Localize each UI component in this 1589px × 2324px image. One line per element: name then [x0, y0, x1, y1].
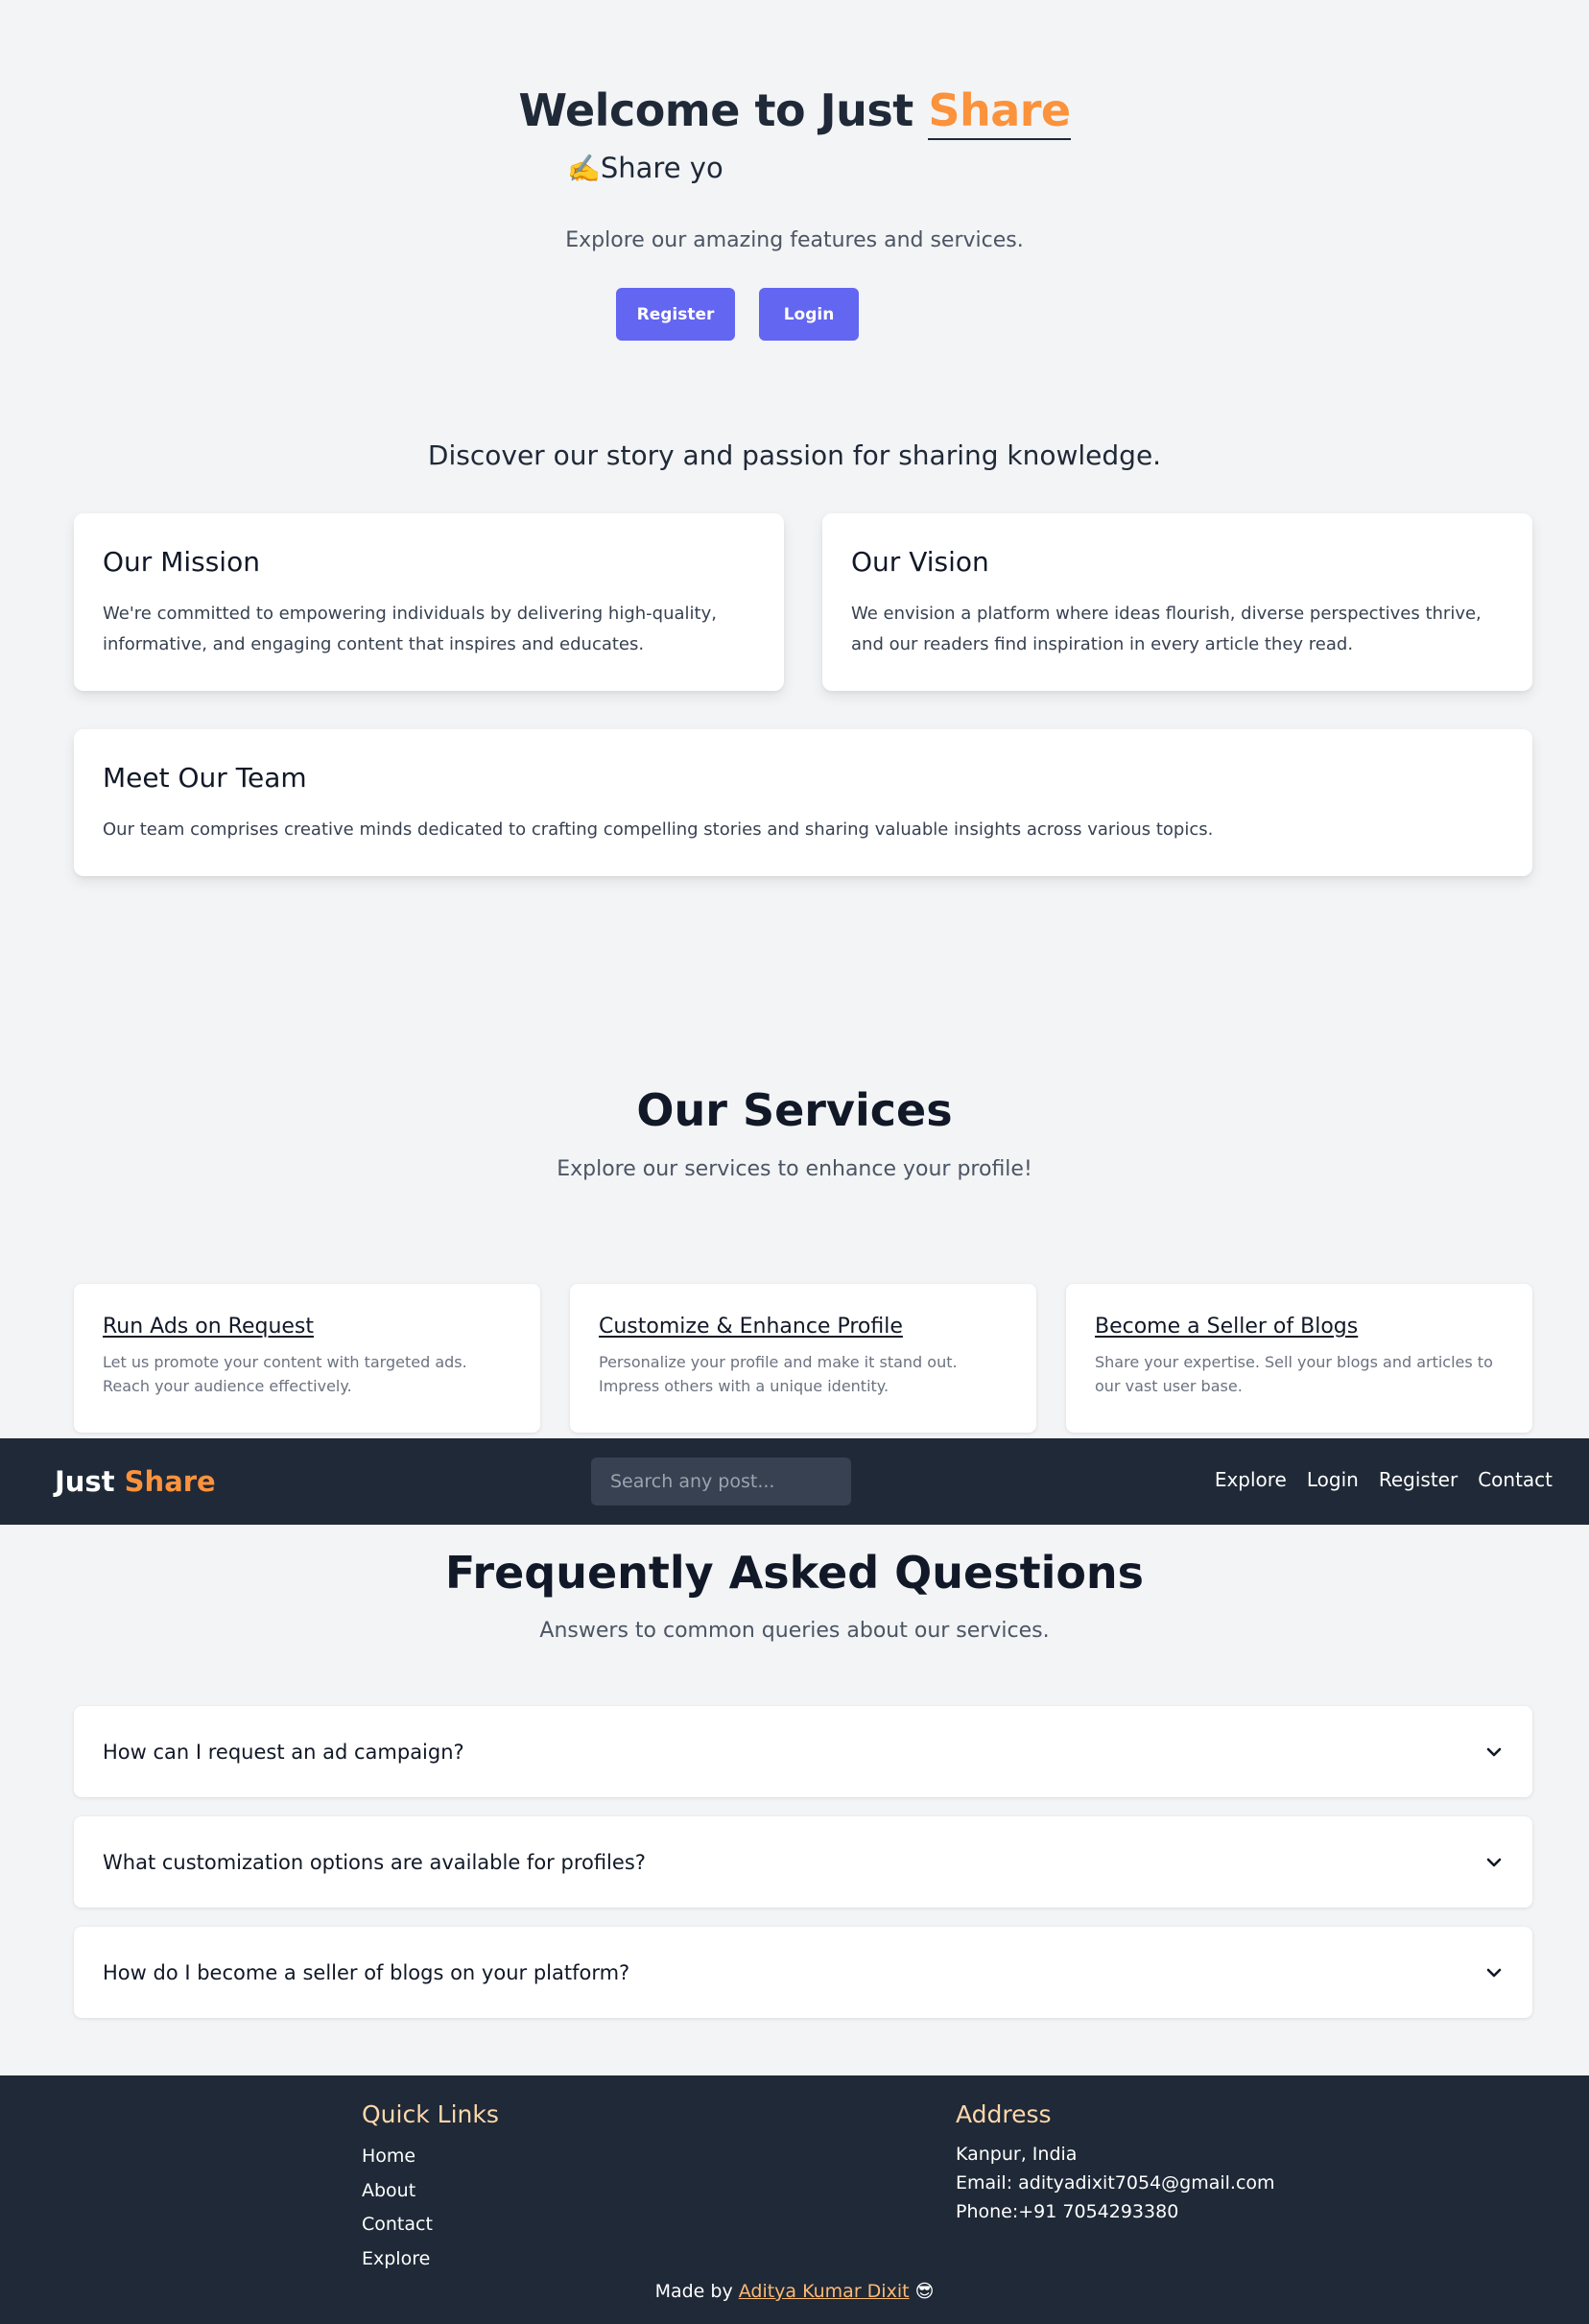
writing-hand-icon: ✍️ [567, 153, 601, 184]
faq-question: What customization options are available… [103, 1850, 646, 1874]
footer-link-explore[interactable]: Explore [362, 2242, 499, 2277]
footer-link-contact[interactable]: Contact [362, 2208, 499, 2242]
card-title: Our Mission [103, 546, 260, 578]
service-title-link[interactable]: Become a Seller of Blogs [1095, 1315, 1504, 1339]
services-subtitle: Explore our services to enhance your pro… [557, 1157, 1032, 1181]
nav-link-login[interactable]: Login [1307, 1468, 1359, 1491]
nav-link-contact[interactable]: Contact [1478, 1468, 1553, 1491]
hero-title-brand: Share [928, 84, 1071, 140]
logo-brand: Share [124, 1465, 216, 1498]
address-heading: Address [956, 2100, 1052, 2128]
service-description: Let us promote your content with targete… [103, 1353, 467, 1395]
service-card: Run Ads on Request Let us promote your c… [74, 1284, 540, 1433]
search-input[interactable] [591, 1458, 851, 1506]
quick-links-heading: Quick Links [362, 2100, 499, 2128]
service-card: Customize & Enhance Profile Personalize … [570, 1284, 1036, 1433]
navbar: Just Share Explore Login Register Contac… [0, 1438, 1589, 1525]
address-phone: Phone:+91 7054293380 [956, 2201, 1179, 2222]
service-card: Become a Seller of Blogs Share your expe… [1066, 1284, 1532, 1433]
team-card: Meet Our Team Our team comprises creativ… [74, 729, 1532, 876]
made-by: Made by Aditya Kumar Dixit 😎 [0, 2281, 1589, 2302]
sunglasses-emoji-icon: 😎 [914, 2281, 935, 2302]
footer-address: Address Kanpur, India Email: adityadixit… [956, 2100, 1275, 2226]
service-title-link[interactable]: Run Ads on Request [103, 1315, 511, 1339]
card-text: We're committed to empowering individual… [103, 604, 717, 654]
chevron-down-icon[interactable] [1484, 1743, 1504, 1762]
address-city: Kanpur, India [956, 2144, 1078, 2165]
card-text: Our team comprises creative minds dedica… [103, 819, 1214, 840]
hero-subtitle: Explore our amazing features and service… [565, 228, 1024, 252]
footer-link-about[interactable]: About [362, 2174, 499, 2209]
card-title: Meet Our Team [103, 762, 307, 794]
nav-link-register[interactable]: Register [1379, 1468, 1458, 1491]
footer: Quick Links Home About Contact Explore A… [0, 2075, 1589, 2324]
footer-quick-links: Quick Links Home About Contact Explore [362, 2100, 499, 2276]
footer-link-home[interactable]: Home [362, 2140, 499, 2174]
faq-item[interactable]: How do I become a seller of blogs on you… [74, 1927, 1532, 2018]
services-heading: Our Services [636, 1084, 953, 1136]
register-button[interactable]: Register [616, 288, 735, 341]
faq-subtitle: Answers to common queries about our serv… [539, 1619, 1050, 1643]
service-description: Personalize your profile and make it sta… [599, 1353, 958, 1395]
hero-title: Welcome to Just Share [0, 84, 1589, 140]
made-by-prefix: Made by [654, 2281, 739, 2302]
nav-links: Explore Login Register Contact [1215, 1468, 1553, 1491]
typing-text-value: Share yo [600, 152, 723, 184]
mission-card: Our Mission We're committed to empowerin… [74, 513, 784, 691]
faq-question: How can I request an ad campaign? [103, 1740, 464, 1764]
chevron-down-icon[interactable] [1484, 1853, 1504, 1872]
service-description: Share your expertise. Sell your blogs an… [1095, 1353, 1493, 1395]
login-button[interactable]: Login [759, 288, 859, 341]
typing-text: ✍️Share yo [567, 152, 723, 184]
faq-item[interactable]: How can I request an ad campaign? [74, 1706, 1532, 1797]
faq-heading: Frequently Asked Questions [444, 1547, 1145, 1599]
vision-card: Our Vision We envision a platform where … [822, 513, 1532, 691]
service-title-link[interactable]: Customize & Enhance Profile [599, 1315, 1008, 1339]
site-logo[interactable]: Just Share [55, 1465, 216, 1498]
chevron-down-icon[interactable] [1484, 1963, 1504, 1982]
logo-prefix: Just [55, 1465, 125, 1498]
card-text: We envision a platform where ideas flour… [851, 604, 1482, 654]
card-title: Our Vision [851, 546, 989, 578]
faq-question: How do I become a seller of blogs on you… [103, 1960, 630, 1984]
author-link[interactable]: Aditya Kumar Dixit [739, 2281, 910, 2302]
address-email: Email: adityadixit7054@gmail.com [956, 2172, 1275, 2194]
hero-title-prefix: Welcome to Just [518, 84, 929, 136]
faq-item[interactable]: What customization options are available… [74, 1816, 1532, 1908]
nav-link-explore[interactable]: Explore [1215, 1468, 1287, 1491]
about-heading: Discover our story and passion for shari… [427, 439, 1162, 471]
